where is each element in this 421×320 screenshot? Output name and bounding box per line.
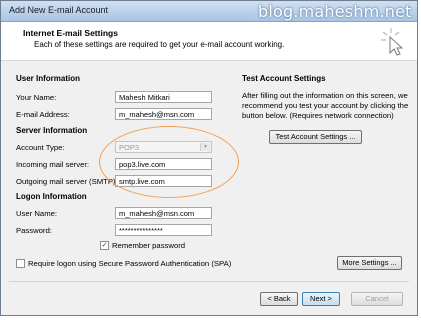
header-title: Internet E-mail Settings	[23, 28, 118, 38]
password-label: Password:	[16, 226, 52, 235]
email-address-label: E-mail Address:	[16, 110, 70, 119]
your-name-field[interactable]: Mahesh Mitkari	[115, 91, 212, 103]
watermark: blog.maheshm.net	[258, 2, 412, 21]
annotation-ellipse	[99, 126, 239, 198]
cancel-button[interactable]: Cancel	[351, 292, 403, 306]
spa-checkbox[interactable]	[16, 259, 25, 268]
server-info-heading: Server Information	[16, 126, 88, 135]
incoming-server-label: Incoming mail server:	[16, 160, 90, 169]
back-button[interactable]: < Back	[260, 292, 298, 306]
account-type-label: Account Type:	[16, 143, 65, 152]
password-field[interactable]: ***************	[115, 224, 212, 236]
header-subtitle: Each of these settings are required to g…	[34, 40, 285, 49]
cursor-click-sparkle-icon	[381, 28, 404, 56]
spa-label: Require logon using Secure Password Auth…	[28, 259, 232, 268]
outgoing-server-label: Outgoing mail server (SMTP):	[16, 177, 118, 186]
next-button[interactable]: Next >	[302, 292, 340, 306]
user-name-label: User Name:	[16, 209, 58, 218]
remember-password-checkbox[interactable]: ✓	[100, 241, 109, 250]
user-info-heading: User Information	[16, 74, 81, 83]
window-title: Add New E-mail Account	[9, 5, 109, 15]
email-address-field[interactable]: m_mahesh@msn.com	[115, 108, 212, 120]
footer-divider	[9, 281, 409, 282]
logon-info-heading: Logon Information	[16, 192, 87, 201]
title-bar: Add New E-mail Account blog.maheshm.net	[1, 1, 417, 22]
test-settings-desc-3: button below. (Requires network connecti…	[242, 111, 394, 120]
test-settings-heading: Test Account Settings	[242, 74, 326, 83]
your-name-label: Your Name:	[16, 93, 57, 102]
test-account-settings-button[interactable]: Test Account Settings ...	[269, 130, 362, 144]
user-name-field[interactable]: m_mahesh@msn.com	[115, 207, 212, 219]
more-settings-button[interactable]: More Settings ...	[337, 256, 402, 270]
remember-password-label: Remember password	[112, 241, 186, 250]
add-email-account-dialog: Add New E-mail Account blog.maheshm.net …	[0, 0, 418, 316]
test-settings-desc-2: recommend you test your account by click…	[242, 101, 409, 110]
dialog-header: Internet E-mail Settings Each of these s…	[1, 22, 417, 61]
test-settings-desc-1: After filling out the information on thi…	[242, 91, 408, 100]
